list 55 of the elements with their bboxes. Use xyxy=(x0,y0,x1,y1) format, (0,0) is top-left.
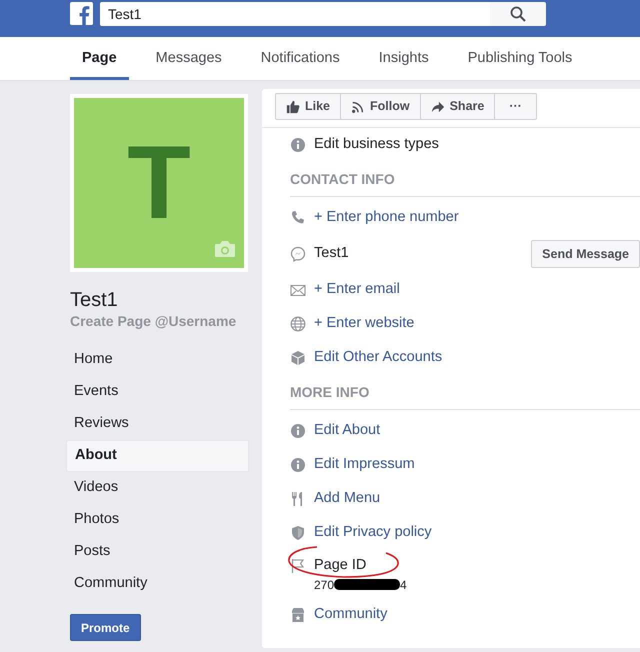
link[interactable]: Edit Other Accounts xyxy=(314,347,442,369)
search-icon xyxy=(510,6,526,22)
link[interactable]: + Enter phone number xyxy=(314,207,459,229)
page-id-value: 4 xyxy=(400,576,407,593)
page-name: Test1 xyxy=(70,288,119,312)
globe-icon xyxy=(290,316,306,332)
tab[interactable]: Messages xyxy=(144,37,234,80)
search-field[interactable]: Test1 xyxy=(100,2,490,26)
section-heading: MORE INFO xyxy=(290,375,640,410)
flag-icon xyxy=(290,558,306,574)
link[interactable]: Edit Privacy policy xyxy=(314,522,432,544)
like-button[interactable]: Like xyxy=(275,93,342,120)
search-button[interactable] xyxy=(490,2,546,26)
send-message-button[interactable]: Send Message xyxy=(531,240,640,268)
link[interactable]: Edit Impressum xyxy=(314,454,415,476)
chat-bubble-icon xyxy=(290,246,306,262)
link[interactable]: Community xyxy=(314,604,388,626)
share-button[interactable]: Share xyxy=(420,93,496,120)
info-text: Edit business types xyxy=(314,135,439,154)
link[interactable]: + Enter website xyxy=(314,313,414,335)
page-id-value: 270 xyxy=(314,576,334,593)
logo-icon[interactable] xyxy=(70,2,93,25)
promote-button[interactable]: Promote xyxy=(70,614,141,641)
info-text: Page ID xyxy=(314,556,366,576)
link[interactable]: Edit About xyxy=(314,420,380,442)
sidebar-item[interactable]: Reviews xyxy=(66,408,249,440)
tab[interactable]: Publishing Tools xyxy=(456,37,584,80)
info-icon xyxy=(290,137,306,153)
feed-icon xyxy=(351,100,366,114)
tab[interactable]: Notifications xyxy=(248,37,352,80)
info-icon xyxy=(290,457,306,473)
section-heading: CONTACT INFO xyxy=(290,162,640,197)
follow-button[interactable]: Follow xyxy=(340,93,421,120)
cube-icon xyxy=(290,350,306,366)
phone-icon xyxy=(290,210,306,226)
info-text: Test1 xyxy=(314,244,349,264)
sidebar-item[interactable]: Videos xyxy=(66,472,249,504)
sidebar-item[interactable]: Photos xyxy=(66,504,249,536)
more-button[interactable]: ··· xyxy=(494,93,537,120)
tab[interactable]: Page xyxy=(70,37,129,80)
shield-icon xyxy=(290,525,306,541)
storefront-icon xyxy=(290,607,306,623)
info-icon xyxy=(290,423,306,439)
avatar-letter: T xyxy=(127,131,191,235)
link[interactable]: Add Menu xyxy=(314,488,380,510)
link[interactable]: + Enter email xyxy=(314,279,400,301)
sidebar-item[interactable]: About xyxy=(66,440,249,472)
mail-icon xyxy=(290,282,306,298)
tab[interactable]: Insights xyxy=(366,37,441,80)
arrow-icon xyxy=(430,100,445,114)
sidebar-item[interactable]: Events xyxy=(66,376,249,408)
sidebar-item[interactable]: Community xyxy=(66,568,249,600)
sidebar-item[interactable]: Posts xyxy=(66,536,249,568)
sidebar-item[interactable]: Home xyxy=(66,344,249,376)
thumbs-up-icon xyxy=(286,100,300,114)
